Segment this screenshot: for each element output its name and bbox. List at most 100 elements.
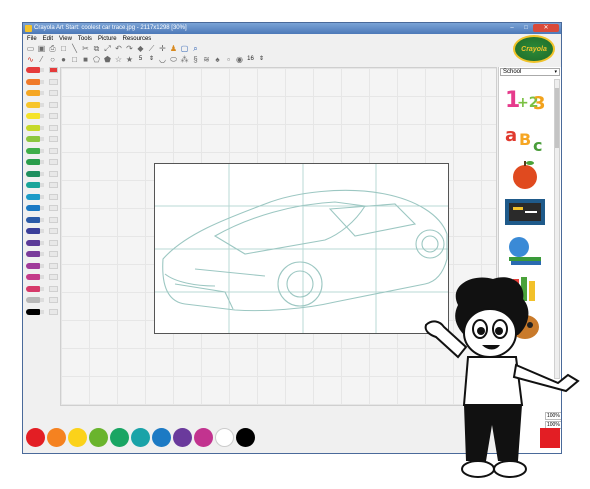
- eraser-icon[interactable]: ▫: [224, 55, 233, 64]
- marker-swatch[interactable]: [49, 78, 58, 85]
- thumbnail-chalkboard[interactable]: [503, 195, 547, 229]
- print-icon[interactable]: ⎙: [48, 44, 57, 53]
- marker-color[interactable]: [26, 205, 46, 211]
- marker-color[interactable]: [26, 297, 46, 303]
- marker-color[interactable]: [26, 136, 46, 142]
- shape-fill-icon[interactable]: ⬭: [169, 55, 178, 64]
- fill-bucket-icon[interactable]: ◆: [136, 44, 145, 53]
- marker-color[interactable]: [26, 274, 46, 280]
- palette-color-dot[interactable]: [68, 428, 87, 447]
- marker-swatch[interactable]: [49, 67, 58, 73]
- brush-size-stepper[interactable]: ⇕: [147, 55, 156, 64]
- pattern-brush-icon[interactable]: §: [191, 55, 200, 64]
- marker-color[interactable]: [26, 113, 46, 119]
- circle-outline-icon[interactable]: ○: [48, 55, 57, 64]
- palette-color-dot[interactable]: [26, 428, 45, 447]
- marker-swatch[interactable]: [49, 182, 58, 188]
- menu-edit[interactable]: Edit: [43, 34, 53, 44]
- palette-color-dot[interactable]: [152, 428, 171, 447]
- marker-color[interactable]: [26, 78, 46, 85]
- crosshair-icon[interactable]: ✛: [158, 44, 167, 53]
- marker-color[interactable]: [26, 67, 46, 73]
- marker-color[interactable]: [26, 285, 46, 292]
- stamp-size-stepper[interactable]: ⇕: [257, 55, 266, 64]
- paste-icon[interactable]: ⤢: [103, 44, 112, 53]
- palette-color-dot[interactable]: [194, 428, 213, 447]
- thumbnail-books[interactable]: [503, 233, 547, 267]
- palette-color-dot[interactable]: [110, 428, 129, 447]
- palette-color-dot[interactable]: [47, 428, 66, 447]
- undo-icon[interactable]: ↶: [114, 44, 123, 53]
- smudge-icon[interactable]: ♠: [213, 55, 222, 64]
- marker-color[interactable]: [26, 193, 46, 200]
- square-outline-icon[interactable]: □: [70, 55, 79, 64]
- minimize-button[interactable]: –: [505, 24, 519, 32]
- menu-view[interactable]: View: [59, 34, 72, 44]
- marker-swatch[interactable]: [49, 262, 58, 269]
- thumbnail-apple[interactable]: [503, 157, 547, 191]
- texture-brush-icon[interactable]: ≋: [202, 55, 211, 64]
- palette-color-dot[interactable]: [215, 428, 234, 447]
- maximize-button[interactable]: □: [519, 24, 533, 32]
- menu-resources[interactable]: Resources: [123, 34, 152, 44]
- marker-color[interactable]: [26, 90, 46, 96]
- palette-color-dot[interactable]: [236, 428, 255, 447]
- eyedropper-icon[interactable]: ⟋: [147, 44, 156, 53]
- rectangle-select-icon[interactable]: □: [59, 44, 68, 53]
- zoom-area-icon[interactable]: ▢: [180, 44, 189, 53]
- new-file-icon[interactable]: ▭: [26, 44, 35, 53]
- pencil-icon[interactable]: ⁄: [37, 55, 46, 64]
- marker-color[interactable]: [26, 170, 46, 177]
- scrollbar-thumb[interactable]: [555, 88, 559, 148]
- marker-swatch[interactable]: [49, 124, 58, 131]
- thumbnail-letters[interactable]: a B c: [503, 119, 547, 155]
- marker-swatch[interactable]: [49, 136, 58, 142]
- marker-swatch[interactable]: [49, 297, 58, 303]
- marker-color[interactable]: [26, 182, 46, 188]
- marker-swatch[interactable]: [49, 205, 58, 211]
- magnifier-icon[interactable]: ⌕: [191, 44, 200, 53]
- marker-color[interactable]: [26, 239, 46, 246]
- marker-swatch[interactable]: [49, 113, 58, 119]
- marker-color[interactable]: [26, 228, 46, 234]
- pentagon-filled-icon[interactable]: ⬟: [103, 55, 112, 64]
- marker-color[interactable]: [26, 101, 46, 108]
- marker-swatch[interactable]: [49, 285, 58, 292]
- thumbnail-numbers[interactable]: 1 +2 3: [503, 81, 547, 115]
- star-outline-icon[interactable]: ☆: [114, 55, 123, 64]
- freehand-brush-icon[interactable]: ∿: [26, 55, 35, 64]
- stamp-person-icon[interactable]: ♟: [169, 44, 178, 53]
- marker-swatch[interactable]: [49, 170, 58, 177]
- menu-file[interactable]: File: [27, 34, 37, 44]
- marker-swatch[interactable]: [49, 239, 58, 246]
- marker-swatch[interactable]: [49, 251, 58, 257]
- cut-icon[interactable]: ✂: [81, 44, 90, 53]
- marker-swatch[interactable]: [49, 228, 58, 234]
- marker-swatch[interactable]: [49, 274, 58, 280]
- line-icon[interactable]: ╲: [70, 44, 79, 53]
- marker-color[interactable]: [26, 308, 46, 315]
- star-filled-icon[interactable]: ★: [125, 55, 134, 64]
- palette-color-dot[interactable]: [173, 428, 192, 447]
- palette-color-dot[interactable]: [89, 428, 108, 447]
- marker-swatch[interactable]: [49, 101, 58, 108]
- copy-icon[interactable]: ⧉: [92, 44, 101, 53]
- marker-swatch[interactable]: [49, 193, 58, 200]
- palette-color-dot[interactable]: [131, 428, 150, 447]
- lasso-icon[interactable]: ◡: [158, 55, 167, 64]
- redo-icon[interactable]: ↷: [125, 44, 134, 53]
- save-icon[interactable]: ▣: [37, 44, 46, 53]
- menu-picture[interactable]: Picture: [98, 34, 117, 44]
- marker-swatch[interactable]: [49, 216, 58, 223]
- marker-swatch[interactable]: [49, 90, 58, 96]
- square-filled-icon[interactable]: ■: [81, 55, 90, 64]
- marker-swatch[interactable]: [49, 308, 58, 315]
- drawing-canvas[interactable]: [154, 163, 449, 334]
- menu-tools[interactable]: Tools: [78, 34, 92, 44]
- marker-color[interactable]: [26, 147, 46, 154]
- circle-filled-icon[interactable]: ●: [59, 55, 68, 64]
- pentagon-outline-icon[interactable]: ⬠: [92, 55, 101, 64]
- marker-color[interactable]: [26, 251, 46, 257]
- marker-swatch[interactable]: [49, 159, 58, 165]
- marker-color[interactable]: [26, 159, 46, 165]
